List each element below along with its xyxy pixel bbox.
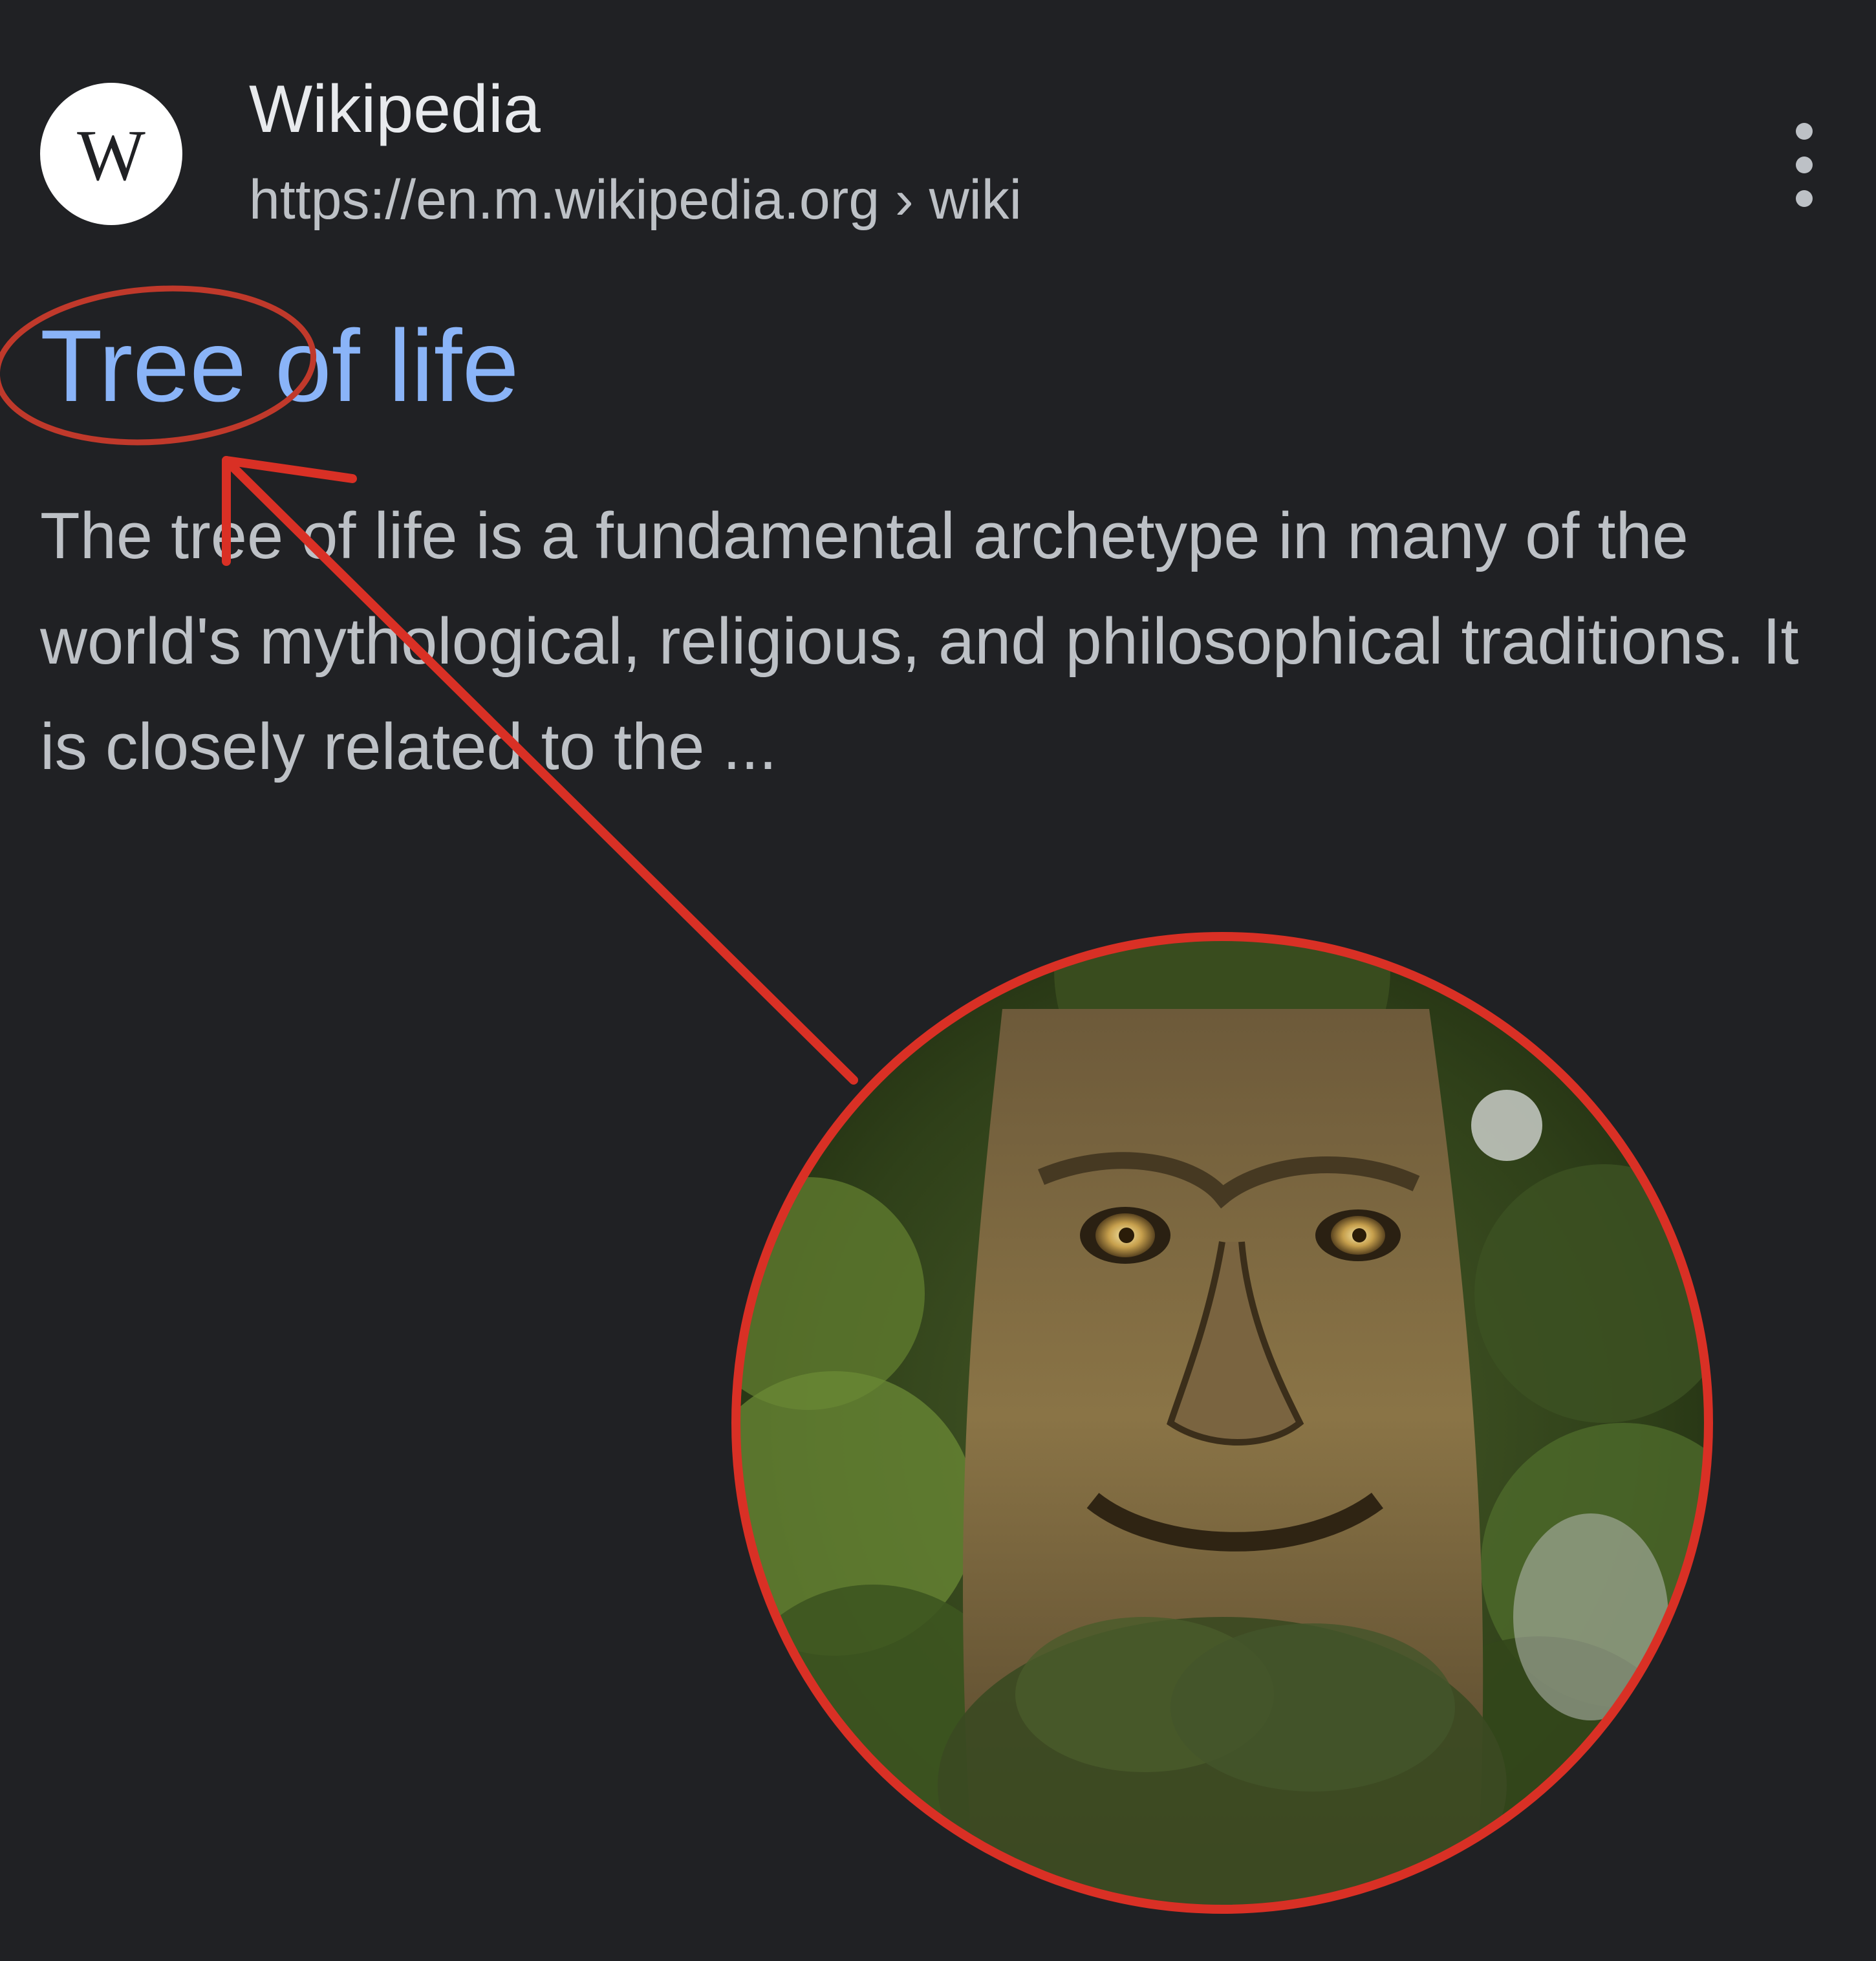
- search-result-card: W Wikipedia https://en.m.wikipedia.org ›…: [0, 0, 1876, 1961]
- favicon-letter: W: [77, 116, 146, 196]
- site-name[interactable]: Wikipedia: [249, 72, 541, 147]
- result-snippet: The tree of life is a fundamental archet…: [40, 500, 1799, 783]
- menu-dot-icon: [1796, 123, 1813, 140]
- tree-face-image: [731, 932, 1713, 1914]
- result-title-link[interactable]: Tree of life: [40, 310, 519, 423]
- more-options-button[interactable]: [1775, 123, 1833, 207]
- site-url-breadcrumb[interactable]: https://en.m.wikipedia.org › wiki: [249, 169, 1022, 231]
- wikipedia-favicon[interactable]: W: [40, 83, 182, 225]
- menu-dot-icon: [1796, 157, 1813, 173]
- menu-dot-icon: [1796, 190, 1813, 207]
